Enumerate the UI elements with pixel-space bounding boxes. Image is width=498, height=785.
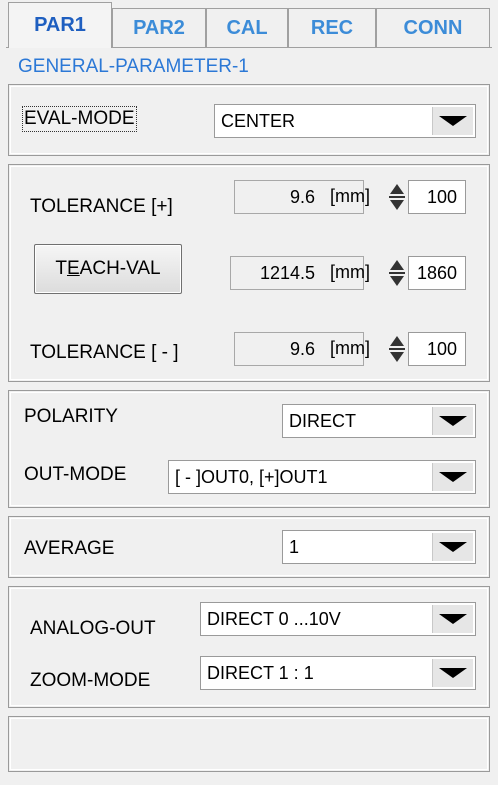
tab-conn[interactable]: CONN: [376, 8, 490, 48]
zoom-mode-label: ZOOM-MODE: [30, 670, 151, 691]
spin-up-icon[interactable]: [390, 184, 404, 194]
chevron-down-icon[interactable]: [432, 407, 473, 435]
teach-raw: 1860: [416, 263, 457, 283]
chevron-down-icon[interactable]: [432, 533, 473, 561]
teach-val-label: TEACH-VAL: [55, 258, 161, 279]
chevron-down-icon[interactable]: [432, 463, 473, 491]
tolerance-minus-label: TOLERANCE [ - ]: [30, 342, 179, 363]
tolerance-plus-unit-label: [mm]: [330, 186, 370, 206]
chevron-down-icon[interactable]: [432, 659, 473, 687]
average-label: AVERAGE: [24, 538, 115, 559]
tolerance-plus-raw: 100: [426, 187, 457, 207]
spin-up-icon[interactable]: [390, 336, 404, 346]
polarity-select[interactable]: DIRECT: [282, 404, 476, 438]
chevron-down-icon[interactable]: [432, 107, 473, 135]
average-select[interactable]: 1: [282, 530, 476, 564]
eval-mode-select[interactable]: CENTER: [214, 104, 476, 138]
tab-label: CONN: [403, 17, 463, 39]
tolerance-minus-spinner[interactable]: [388, 332, 406, 366]
analog-out-label: ANALOG-OUT: [30, 618, 156, 639]
tolerance-minus-unit-label: [mm]: [330, 338, 370, 358]
teach-unit-label: [mm]: [330, 262, 370, 282]
average-value: 1: [289, 537, 300, 557]
zoom-mode-select[interactable]: DIRECT 1 : 1: [200, 656, 476, 690]
chevron-down-icon[interactable]: [432, 605, 473, 633]
analog-out-select[interactable]: DIRECT 0 ...10V: [200, 602, 476, 636]
section-title: GENERAL-PARAMETER-1: [18, 56, 249, 77]
tolerance-plus-label: TOLERANCE [+]: [30, 196, 173, 217]
tab-label: CAL: [226, 17, 268, 39]
spin-down-icon[interactable]: [390, 352, 404, 362]
spin-down-icon[interactable]: [390, 200, 404, 210]
tab-label: PAR1: [34, 14, 86, 36]
status-panel: [8, 716, 490, 772]
zoom-mode-value: DIRECT 1 : 1: [207, 663, 314, 683]
tolerance-minus-input[interactable]: 100: [408, 332, 466, 366]
out-mode-label: OUT-MODE: [24, 464, 127, 485]
eval-mode-value: CENTER: [221, 111, 296, 131]
spin-up-icon[interactable]: [390, 260, 404, 270]
spin-down-icon[interactable]: [390, 276, 404, 286]
tab-rec[interactable]: REC: [288, 8, 376, 48]
analog-out-value: DIRECT 0 ...10V: [207, 609, 341, 629]
tolerance-plus-spinner[interactable]: [388, 180, 406, 214]
tolerance-minus-raw: 100: [426, 339, 457, 359]
teach-input[interactable]: 1860: [408, 256, 466, 290]
out-mode-select[interactable]: [ - ]OUT0, [+]OUT1: [168, 460, 476, 494]
teach-val-button[interactable]: TEACH-VAL: [34, 244, 182, 294]
tab-par1[interactable]: PAR1: [8, 2, 112, 48]
tab-par2[interactable]: PAR2: [112, 8, 206, 48]
tab-cal[interactable]: CAL: [206, 8, 288, 48]
tolerance-plus-input[interactable]: 100: [408, 180, 466, 214]
teach-value: 1214.5: [259, 263, 315, 283]
tolerance-minus-value: 9.6: [289, 339, 315, 359]
tab-label: REC: [310, 17, 354, 39]
teach-spinner[interactable]: [388, 256, 406, 290]
eval-mode-label: EVAL-MODE: [22, 106, 137, 132]
polarity-value: DIRECT: [289, 411, 356, 431]
polarity-label: POLARITY: [24, 406, 118, 427]
tolerance-plus-value: 9.6: [289, 187, 315, 207]
out-mode-value: [ - ]OUT0, [+]OUT1: [175, 467, 328, 487]
tab-label: PAR2: [133, 17, 185, 39]
